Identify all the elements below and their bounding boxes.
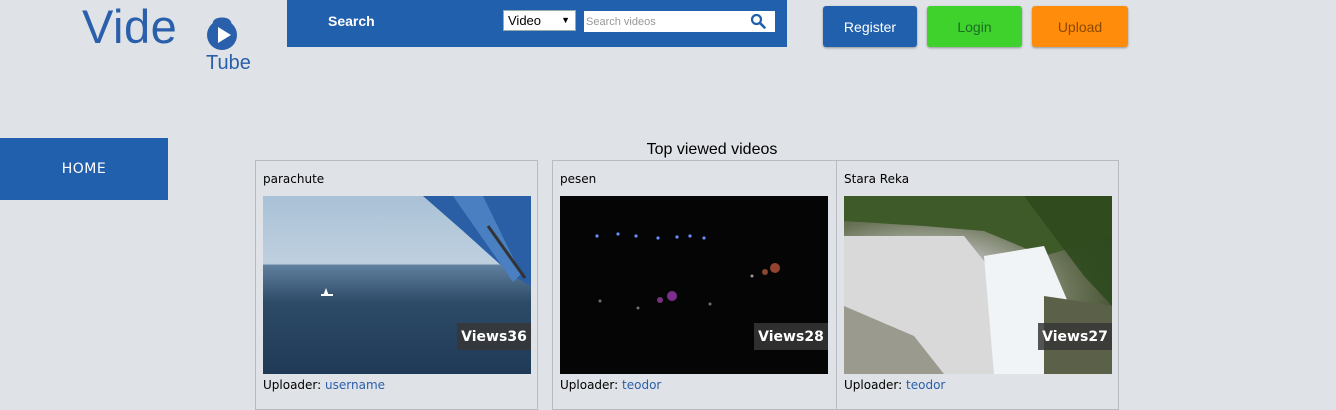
- views-badge: Views28: [754, 323, 828, 350]
- uploader-info: Uploader: teodor: [844, 378, 945, 392]
- uploader-info: Uploader: username: [263, 378, 385, 392]
- search-input[interactable]: [584, 11, 775, 32]
- sidebar-item-label: HOME: [61, 161, 107, 177]
- video-thumbnail[interactable]: Views27: [844, 196, 1112, 374]
- search-bar: Search Video ▼: [287, 0, 787, 47]
- uploader-link[interactable]: teodor: [622, 378, 661, 392]
- video-thumbnail[interactable]: Views28: [560, 196, 828, 374]
- video-title[interactable]: parachute: [263, 172, 324, 186]
- search-type-select[interactable]: Video ▼: [503, 10, 576, 31]
- section-title: Top viewed videos: [646, 141, 778, 158]
- uploader-label: Uploader:: [844, 378, 903, 392]
- search-icon[interactable]: [750, 13, 766, 29]
- video-title[interactable]: pesen: [560, 172, 596, 186]
- video-title[interactable]: Stara Reka: [844, 172, 909, 186]
- play-icon: [207, 20, 237, 50]
- uploader-info: Uploader: teodor: [560, 378, 661, 392]
- uploader-link[interactable]: teodor: [906, 378, 945, 392]
- search-type-value: Video: [508, 13, 542, 28]
- video-thumbnail[interactable]: Views36: [263, 196, 531, 374]
- register-button[interactable]: Register: [823, 6, 917, 47]
- search-label: Search: [328, 13, 375, 29]
- video-card[interactable]: Stara Reka Views27 Uploader: teodor: [836, 160, 1119, 410]
- logo-subtitle: Tube: [206, 52, 251, 74]
- dropdown-arrow-icon: ▼: [561, 15, 570, 25]
- uploader-label: Uploader:: [560, 378, 619, 392]
- views-badge: Views27: [1038, 323, 1112, 350]
- video-card[interactable]: pesen Views28 Uploader: teodor: [552, 160, 837, 410]
- uploader-link[interactable]: username: [325, 378, 385, 392]
- video-card[interactable]: parachute Views36 Uploader: username: [255, 160, 538, 410]
- upload-button[interactable]: Upload: [1032, 6, 1128, 47]
- views-badge: Views36: [457, 323, 531, 350]
- logo-text: Vide: [82, 0, 178, 53]
- uploader-label: Uploader:: [263, 378, 322, 392]
- login-button[interactable]: Login: [927, 6, 1022, 47]
- site-logo[interactable]: Vides Tube: [82, 2, 267, 80]
